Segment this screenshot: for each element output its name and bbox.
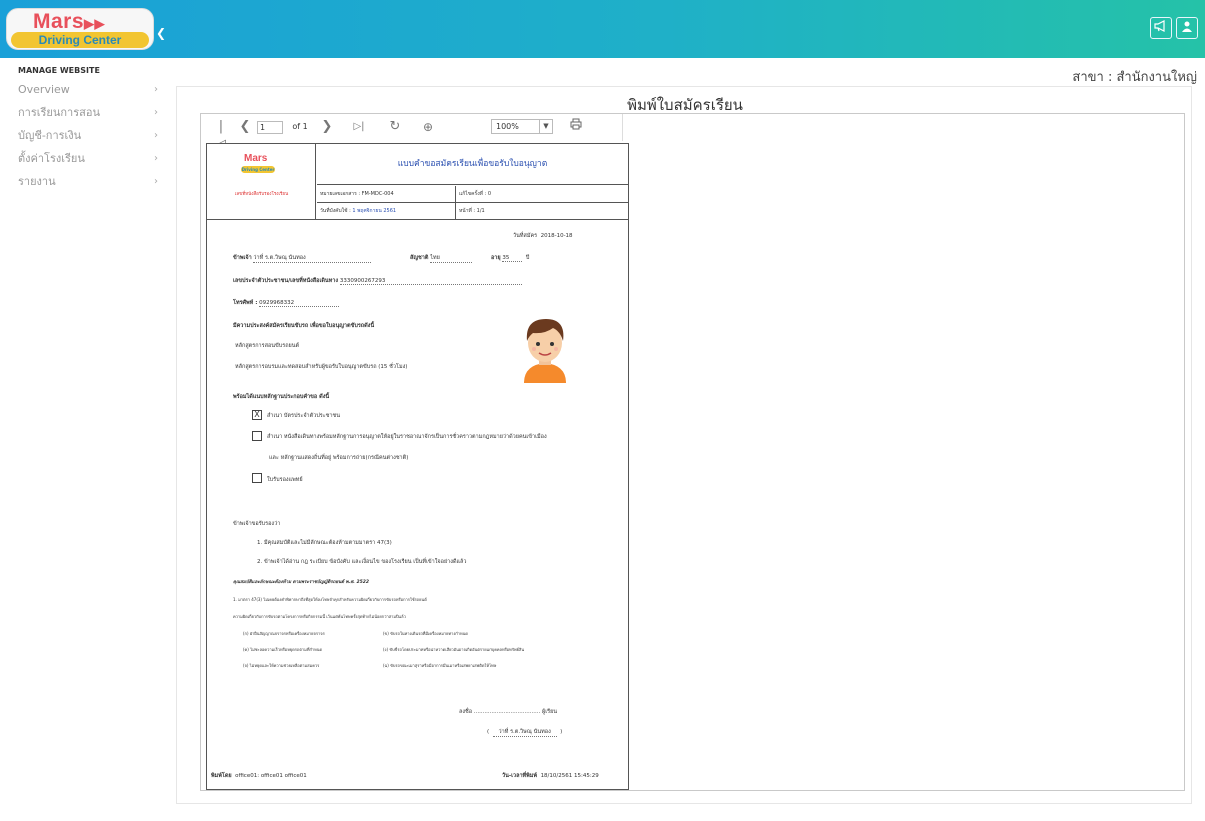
sign-role: ผู้เรียน: [542, 709, 558, 715]
sidebar-item-label: บัญชี-การเงิน: [18, 129, 82, 142]
law-heading: คุณสมบัติและลักษณะต้องห้าม ตามพระราชบัญญ…: [233, 580, 369, 585]
apply-date: 2018-10-18: [540, 233, 573, 239]
chevron-right-icon: ›: [154, 84, 158, 95]
sign-name: ว่าที่ ร.ต.วิษณุ นันทอง: [492, 728, 557, 737]
nationality-label: สัญชาติ: [410, 255, 429, 261]
law-1: 1. มาตรา 47(3) ไม่เคยต้องคำพิพากษาถึงที่…: [233, 597, 427, 602]
page-label: หน้าที่ : 1/1: [455, 203, 485, 220]
age-unit: ปี: [525, 255, 530, 261]
law-a: (ก) ฝ่าฝืนสัญญาณจราจรหรือเครื่องหมายจราจ…: [243, 631, 325, 636]
logo-subtext: Driving Center: [11, 32, 149, 48]
age: 35: [502, 255, 523, 262]
first-page-icon[interactable]: |◁: [215, 118, 227, 152]
declare-heading: ข้าพเจ้าขอรับรองว่า: [233, 521, 281, 527]
doc-3-checkbox[interactable]: [252, 473, 262, 483]
sidebar-item-teaching[interactable]: การเรียนการสอน ›: [18, 103, 158, 123]
phone-label: โทรศัพท์ :: [233, 300, 258, 306]
chevron-right-icon: ›: [154, 176, 158, 187]
revision: แก้ไขครั้งที่ : 0: [455, 186, 491, 203]
page-number-input[interactable]: 1: [257, 121, 283, 134]
sidebar-item-label: รายงาน: [18, 175, 56, 188]
last-page-icon[interactable]: ▷|: [351, 118, 367, 136]
effective-label: วันที่บังคับใช้ :: [320, 208, 351, 214]
chevron-down-icon: ▼: [539, 120, 552, 133]
sign-line: ......................................: [473, 709, 541, 715]
top-bar: Mars▶▶ Driving Center ❮: [0, 0, 1205, 58]
report-viewer: |◁ ❮ 1 of 1 ❯ ▷| ↻ ⊕ 100% ▼ Mars Driving …: [200, 113, 1185, 791]
doc-2-checkbox[interactable]: [252, 431, 262, 441]
purpose-heading: มีความประสงค์สมัครเรียนขับรถ เพื่อขอใบอน…: [233, 323, 375, 329]
name-label: ข้าพเจ้า: [233, 255, 252, 261]
printed-at: 18/10/2561 15:45:29: [540, 773, 599, 779]
doc-1-checkbox[interactable]: X: [252, 410, 262, 420]
logo-text: Mars: [33, 10, 85, 33]
docs-heading: พร้อมได้แนบหลักฐานประกอบคำขอ ดังนี้: [233, 394, 330, 400]
chevron-right-icon: ›: [154, 107, 158, 118]
megaphone-icon[interactable]: [1150, 17, 1172, 39]
sidebar-item-settings[interactable]: ตั้งค่าโรงเรียน ›: [18, 149, 158, 169]
doc-3-label: ใบรับรองแพทย์: [267, 477, 303, 483]
chevron-right-icon: ›: [154, 153, 158, 164]
printed-by: office01: office01 office01: [235, 773, 307, 779]
sign-label: ลงชื่อ: [459, 709, 473, 715]
chevron-right-icon: ›: [154, 130, 158, 141]
age-label: อายุ: [491, 255, 501, 261]
school-cert-caption: เลขที่หนังสือรับรองโรงเรียน: [234, 192, 289, 197]
zoom-value: 100%: [496, 122, 519, 131]
sidebar-item-label: การเรียนการสอน: [18, 106, 100, 119]
nationality: ไทย: [430, 254, 473, 263]
doc-2-label-cont: และ หลักฐานแสดงถิ่นที่อยู่ พร้อมการถ่าย(…: [269, 455, 409, 461]
branch-label: สาขา : สำนักงานใหญ่: [1072, 70, 1197, 85]
next-page-icon[interactable]: ❯: [321, 118, 333, 136]
id-label: เลขประจำตัวประชาชน/เลขที่หนังสือเดินทาง: [233, 278, 339, 284]
form-header: Mars Driving Center เลขที่หนังสือรับรองโ…: [207, 144, 628, 220]
law-d: (ง) ขับขี่รถโดยประมาทหรือน่าหวาดเสียวอัน…: [383, 647, 525, 652]
application-form-page: Mars Driving Center เลขที่หนังสือรับรองโ…: [206, 143, 629, 790]
course-2: หลักสูตรการอบรมและทดสอบสำหรับผู้ขอรับใบอ…: [235, 364, 408, 370]
form-title: แบบคำขอสมัครเรียนเพื่อขอรับใบอนุญาต: [317, 144, 628, 185]
declare-2: 2. ข้าพเจ้าได้อ่าน กฎ ระเบียบ ข้อบังคับ …: [257, 559, 467, 565]
back-icon[interactable]: ⊕: [420, 118, 436, 136]
doc-2-label: สำเนา หนังสือเดินทางพร้อมหลักฐานการอนุญา…: [267, 434, 547, 440]
prev-page-icon[interactable]: ❮: [239, 118, 251, 136]
sidebar-item-finance[interactable]: บัญชี-การเงิน ›: [18, 126, 158, 146]
law-f: (ฉ) ขับรถขณะเมาสุราหรือมีอาการมึนเมาหรือ…: [383, 663, 497, 668]
declare-1: 1. มีคุณสมบัติและไม่มีลักษณะต้องห้ามตามม…: [257, 540, 392, 546]
law-b: (ข) ขับรถในทางเดินรถที่มีเครื่องหมายทางก…: [383, 631, 468, 636]
logo-arrow-icon: ▶▶: [84, 16, 106, 31]
applicant-name: ว่าที่ ร.ต.วิษณุ นันทอง: [253, 254, 372, 263]
id-number: 3330900267293: [339, 278, 522, 285]
law-2: ความผิดเกี่ยวกับการขับรถตามโครงการหรือกิ…: [233, 614, 406, 619]
sidebar-title: MANAGE WEBSITE: [18, 66, 100, 75]
report-toolbar: |◁ ❮ 1 of 1 ❯ ▷| ↻ ⊕ 100% ▼: [201, 114, 623, 152]
refresh-icon[interactable]: ↻: [387, 118, 403, 136]
sidebar-item-reports[interactable]: รายงาน ›: [18, 172, 158, 192]
sidebar-item-label: ตั้งค่าโรงเรียน: [18, 152, 85, 165]
printed-at-label: วัน-เวลาที่พิมพ์: [502, 773, 538, 779]
doc-number: หมายเลขเอกสาร : FM-MDC-004: [320, 191, 394, 197]
form-logo: Mars Driving Center: [241, 153, 275, 173]
sidebar-toggle-icon[interactable]: ❮: [156, 26, 166, 40]
law-e: (จ) ไม่หยุดและให้ความช่วยเหลือตามสมควร: [243, 663, 320, 668]
sidebar: MANAGE WEBSITE Overview › การเรียนการสอน ›…: [0, 58, 170, 821]
brand-logo[interactable]: Mars▶▶ Driving Center: [6, 8, 154, 50]
printed-by-label: พิมพ์โดย: [211, 773, 232, 779]
user-icon[interactable]: [1176, 17, 1198, 39]
sidebar-item-label: Overview: [18, 83, 70, 96]
print-icon[interactable]: [568, 118, 584, 136]
zoom-select[interactable]: 100% ▼: [491, 119, 553, 134]
law-c: (ค) ไม่ชะลอความเร็วหรือหยุดรถตามที่กำหนด: [243, 647, 323, 652]
doc-1-label: สำเนา บัตรประจำตัวประชาชน: [267, 413, 341, 419]
phone: 0929968332: [259, 300, 340, 307]
sidebar-item-overview[interactable]: Overview ›: [18, 80, 158, 100]
course-1: หลักสูตรการสอนขับรถยนต์: [235, 343, 300, 349]
apply-date-label: วันที่สมัคร: [513, 233, 538, 239]
applicant-photo: [516, 313, 574, 383]
effective-date: 1 พฤศจิกายน 2561: [352, 208, 397, 214]
page-of-label: of 1: [292, 122, 308, 131]
